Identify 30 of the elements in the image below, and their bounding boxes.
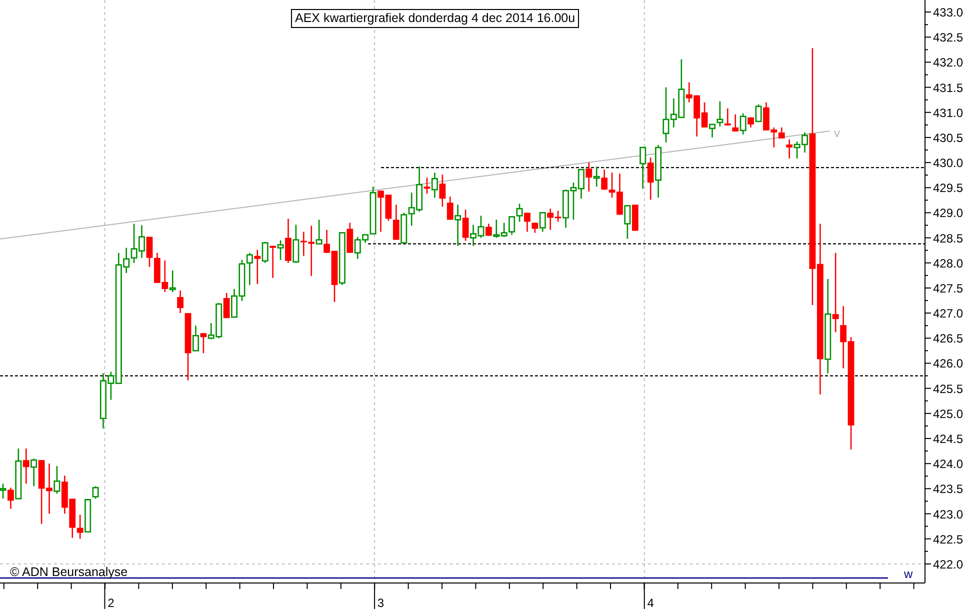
- y-axis-label: 425.0: [933, 406, 964, 421]
- chart-title: AEX kwartiergrafiek donderdag 4 dec 2014 16.00u: [291, 9, 580, 28]
- y-axis-label: 426.5: [933, 332, 964, 346]
- y-axis-label: 432.5: [933, 30, 964, 45]
- y-axis-label: 429.0: [933, 206, 964, 220]
- x-axis-label: 2: [108, 596, 114, 610]
- x-axis-label: 3: [377, 596, 384, 610]
- y-axis-label: 427.5: [933, 282, 964, 296]
- y-axis-label: 426.0: [933, 356, 964, 371]
- y-axis-label: 425.5: [933, 382, 964, 396]
- x-axis-label: 4: [647, 596, 654, 610]
- y-axis-label: 431.0: [933, 106, 964, 120]
- y-axis-label: 433.0: [933, 6, 964, 20]
- y-axis-label: 431.5: [933, 80, 964, 95]
- y-axis-label: 423.0: [933, 507, 964, 522]
- y-axis-label: 429.5: [933, 181, 964, 196]
- y-axis-label: 422.5: [933, 532, 964, 546]
- marker-label: w: [904, 567, 913, 581]
- y-axis-label: 430.0: [933, 156, 964, 170]
- y-axis-label: 427.0: [933, 306, 964, 321]
- y-axis-label: 422.0: [933, 557, 964, 572]
- y-axis-label: 430.5: [933, 130, 964, 145]
- copyright-text: © ADN Beursanalyse: [10, 565, 128, 579]
- y-axis-label: 428.5: [933, 231, 964, 246]
- y-axis-label: 424.5: [933, 432, 964, 446]
- trend-label: v: [834, 126, 840, 140]
- y-axis-label: 432.0: [933, 56, 964, 70]
- y-axis-label: 424.0: [933, 457, 964, 472]
- y-axis-label: 423.5: [933, 482, 964, 496]
- y-axis-label: 428.0: [933, 256, 964, 270]
